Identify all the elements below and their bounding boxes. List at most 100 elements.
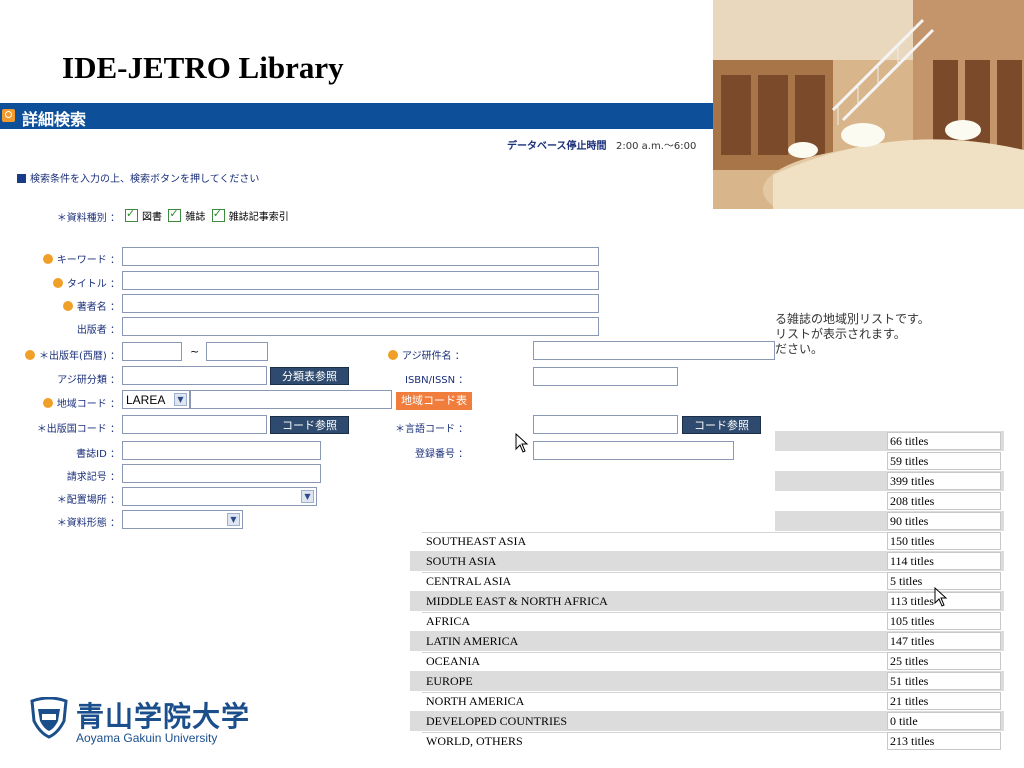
region-list-row[interactable]: MIDDLE EAST & NORTH AFRICA 113 titles (410, 591, 1004, 611)
search-header-bar: 詳細検索 (0, 103, 713, 129)
isbn-input[interactable] (533, 367, 678, 386)
region-count: 66 titles (890, 434, 929, 448)
region-name[interactable]: DEVELOPED COUNTRIES (426, 714, 567, 729)
ajiken-class-label: アジ研分類 ： (57, 375, 120, 386)
region-list-row[interactable]: 399 titles (775, 471, 1004, 491)
checkbox-article-index[interactable] (211, 207, 225, 222)
description-line: リストが表示されます。 (775, 327, 906, 341)
required-dot-icon (52, 278, 63, 288)
region-list-row[interactable]: 66 titles (775, 431, 1004, 451)
region-name[interactable]: SOUTH ASIA (426, 554, 496, 569)
university-name-jp: 青山学院大学 (76, 700, 251, 733)
country-code-ref-button[interactable]: コード参照 (270, 416, 349, 434)
region-name[interactable]: NORTH AMERICA (426, 694, 524, 709)
country-code-input[interactable] (122, 415, 267, 434)
region-list-row[interactable]: OCEANIA 25 titles (410, 651, 1004, 671)
title-input[interactable] (122, 271, 599, 290)
region-list-row[interactable]: LATIN AMERICA 147 titles (410, 631, 1004, 651)
region-count: 113 titles (890, 594, 934, 608)
region-count: 25 titles (890, 654, 929, 668)
region-list-row[interactable]: 90 titles (775, 511, 1004, 531)
region-name[interactable]: MIDDLE EAST & NORTH AFRICA (426, 594, 608, 609)
ajiken-class-input[interactable] (122, 366, 267, 385)
region-count: 90 titles (890, 514, 929, 528)
mouse-cursor-icon (515, 432, 529, 457)
title-label: タイトル ： (20, 275, 120, 290)
region-code-value: LAREA (126, 393, 166, 407)
instruction-text: 検索条件を入力の上、検索ボタンを押してください (17, 170, 259, 185)
region-list-row[interactable]: CENTRAL ASIA 5 titles (410, 571, 1004, 591)
required-dot-icon (25, 350, 36, 360)
form-type-label: ＊資料形態 ： (56, 518, 120, 529)
author-input[interactable] (122, 294, 599, 313)
checkbox-books[interactable] (125, 207, 138, 222)
language-code-ref-button[interactable]: コード参照 (682, 416, 761, 434)
region-code-label: 地域コード ： (20, 395, 120, 410)
db-stop-time: 2:00 a.m.～6:00 (616, 141, 697, 152)
region-count: 213 titles (890, 734, 935, 748)
region-count: 59 titles (890, 454, 929, 468)
region-list-row[interactable]: SOUTH ASIA 114 titles (410, 551, 1004, 571)
region-list-row[interactable]: 208 titles (775, 491, 1004, 511)
region-name[interactable]: OCEANIA (426, 654, 480, 669)
university-crest-icon (30, 696, 68, 739)
keyword-label: キーワード ： (20, 251, 120, 266)
language-code-input[interactable] (533, 415, 678, 434)
region-name[interactable]: WORLD, OTHERS (426, 734, 523, 749)
region-name[interactable]: SOUTHEAST ASIA (426, 534, 526, 549)
region-list-row[interactable]: EUROPE 51 titles (410, 671, 1004, 691)
call-no-label: 請求記号 ： (66, 472, 120, 483)
region-name[interactable]: EUROPE (426, 674, 473, 689)
library-photo (713, 0, 1024, 209)
chevron-down-icon: ▼ (301, 490, 314, 503)
slide-title: IDE-JETRO Library (62, 50, 344, 85)
region-list-row[interactable]: AFRICA 105 titles (410, 611, 1004, 631)
reg-no-label: 登録番号 ： (415, 449, 469, 460)
university-logo: 青山学院大学 Aoyama Gakuin University (28, 696, 249, 745)
material-type-checkboxes: 図書 雑誌 雑誌記事索引 (125, 207, 289, 223)
region-code-text-input[interactable] (190, 390, 392, 409)
keyword-input[interactable] (122, 247, 599, 266)
region-list-row[interactable]: WORLD, OTHERS 213 titles (410, 731, 1004, 751)
region-list-row[interactable]: SOUTHEAST ASIA 150 titles (410, 531, 1004, 551)
region-name[interactable]: AFRICA (426, 614, 470, 629)
region-list-row[interactable]: 59 titles (775, 451, 1004, 471)
region-code-table-button[interactable]: 地域コード表 (396, 392, 472, 410)
location-label: ＊配置場所 ： (56, 495, 120, 506)
reg-no-input[interactable] (533, 441, 734, 460)
pub-year-tilde: ~ (190, 345, 200, 358)
pub-year-label: ＊出版年(西暦) ： (20, 347, 120, 362)
region-list-row[interactable]: DEVELOPED COUNTRIES 0 title (410, 711, 1004, 731)
pub-year-from-input[interactable] (122, 342, 182, 361)
region-list-row[interactable]: NORTH AMERICA 21 titles (410, 691, 1004, 711)
location-select[interactable]: ▼ (122, 487, 317, 506)
region-name[interactable]: LATIN AMERICA (426, 634, 518, 649)
info-icon (17, 174, 26, 183)
description-line: ださい。 (775, 342, 824, 356)
ajiken-subject-input[interactable] (533, 341, 775, 360)
required-dot-icon (42, 398, 53, 408)
university-name-en: Aoyama Gakuin University (76, 731, 218, 745)
header-title: 詳細検索 (22, 110, 87, 129)
call-no-input[interactable] (122, 464, 321, 483)
publisher-input[interactable] (122, 317, 599, 336)
instruction-label: 検索条件を入力の上、検索ボタンを押してください (30, 174, 260, 185)
description-line: る雑誌の地域別リストです。 (775, 312, 930, 326)
checkbox-journals[interactable] (168, 207, 182, 222)
required-dot-icon (388, 350, 398, 360)
region-count: 0 title (890, 714, 918, 728)
region-code-select[interactable]: LAREA ▼ (122, 390, 190, 409)
pub-year-to-input[interactable] (206, 342, 268, 361)
row-background (422, 612, 887, 630)
book-id-input[interactable] (122, 441, 321, 460)
db-stop-notice: データベース停止時間 2:00 a.m.～6:00 (507, 137, 696, 152)
region-name[interactable]: CENTRAL ASIA (426, 574, 511, 589)
isbn-label: ISBN/ISSN ： (405, 375, 469, 386)
material-type-label: ＊資料種別 ： (56, 213, 120, 224)
search-icon (2, 109, 15, 122)
region-count: 147 titles (890, 634, 935, 648)
form-type-select[interactable]: ▼ (122, 510, 243, 529)
ajiken-subject-label: アジ研件名 ： (388, 347, 465, 362)
region-count: 105 titles (890, 614, 935, 628)
class-table-button[interactable]: 分類表参照 (270, 367, 349, 385)
